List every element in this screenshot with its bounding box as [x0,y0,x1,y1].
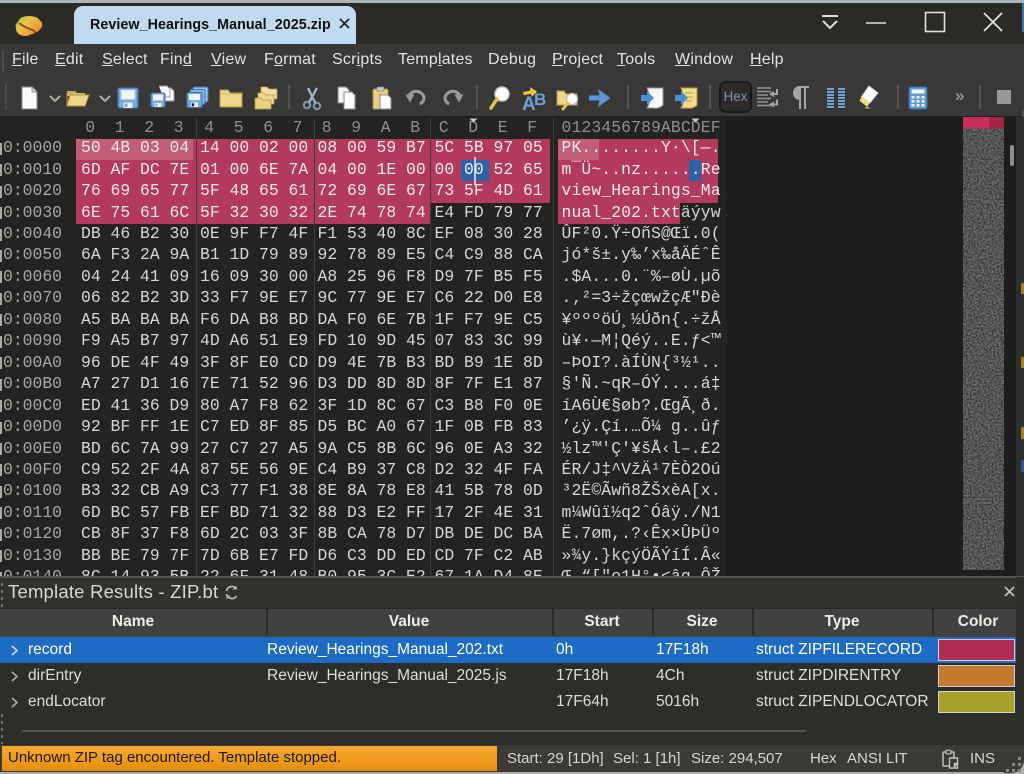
svg-text:B: B [534,90,546,109]
